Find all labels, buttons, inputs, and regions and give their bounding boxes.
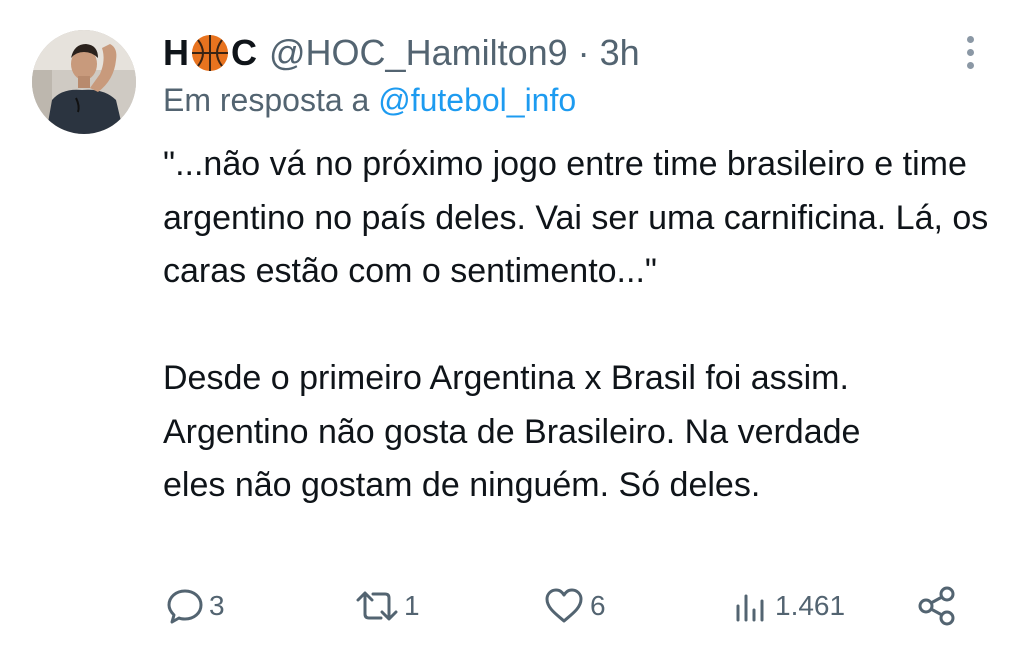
reply-icon — [165, 586, 205, 626]
action-bar: 3 1 6 1.461 — [0, 578, 1024, 634]
avatar-photo — [32, 30, 136, 134]
views-icon — [731, 586, 771, 626]
retweet-icon — [354, 586, 400, 626]
like-button[interactable]: 6 — [542, 578, 606, 634]
avatar[interactable] — [32, 30, 136, 134]
tweet-paragraph-1: "...não vá no próximo jogo entre time br… — [163, 145, 989, 290]
retweet-button[interactable]: 1 — [354, 578, 420, 634]
reply-mention-link[interactable]: @futebol_info — [378, 82, 576, 118]
tweet[interactable]: H C @HOC_Hamilton9 · 3h Em resposta a @f… — [0, 0, 1024, 647]
like-count: 6 — [590, 590, 606, 621]
author-name-right: C — [231, 32, 257, 73]
more-dot — [967, 49, 974, 56]
author-name[interactable]: H C — [163, 32, 257, 74]
tweet-paragraph-2-line: Desde o primeiro Argentina x Brasil foi … — [163, 359, 849, 397]
tweet-body: "...não vá no próximo jogo entre time br… — [163, 138, 1003, 513]
share-icon — [916, 585, 958, 627]
tweet-paragraph-2: Desde o primeiro Argentina x Brasil foi … — [163, 352, 1003, 513]
basketball-icon — [190, 33, 230, 73]
reply-context: Em resposta a @futebol_info — [163, 82, 576, 119]
more-dot — [967, 62, 974, 69]
tweet-paragraph-2-line: Argentino não gosta de Brasileiro. Na ve… — [163, 412, 861, 451]
tweet-time[interactable]: 3h — [600, 32, 640, 74]
reply-prefix: Em resposta a — [163, 82, 370, 118]
heart-icon — [542, 586, 586, 626]
tweet-paragraph-2-line: eles não gostam de ninguém. Só deles. — [163, 466, 761, 504]
author-name-left: H — [163, 32, 189, 73]
views-button[interactable]: 1.461 — [731, 578, 845, 634]
more-vertical-icon[interactable] — [958, 34, 982, 70]
share-button[interactable] — [916, 578, 958, 634]
more-dot — [967, 36, 974, 43]
retweet-count: 1 — [404, 590, 420, 621]
separator-dot: · — [577, 32, 590, 73]
author-handle[interactable]: @HOC_Hamilton9 — [269, 32, 568, 74]
tweet-header: H C @HOC_Hamilton9 · 3h — [163, 30, 640, 76]
reply-button[interactable]: 3 — [165, 578, 225, 634]
reply-count: 3 — [209, 590, 225, 621]
views-count: 1.461 — [775, 590, 846, 621]
